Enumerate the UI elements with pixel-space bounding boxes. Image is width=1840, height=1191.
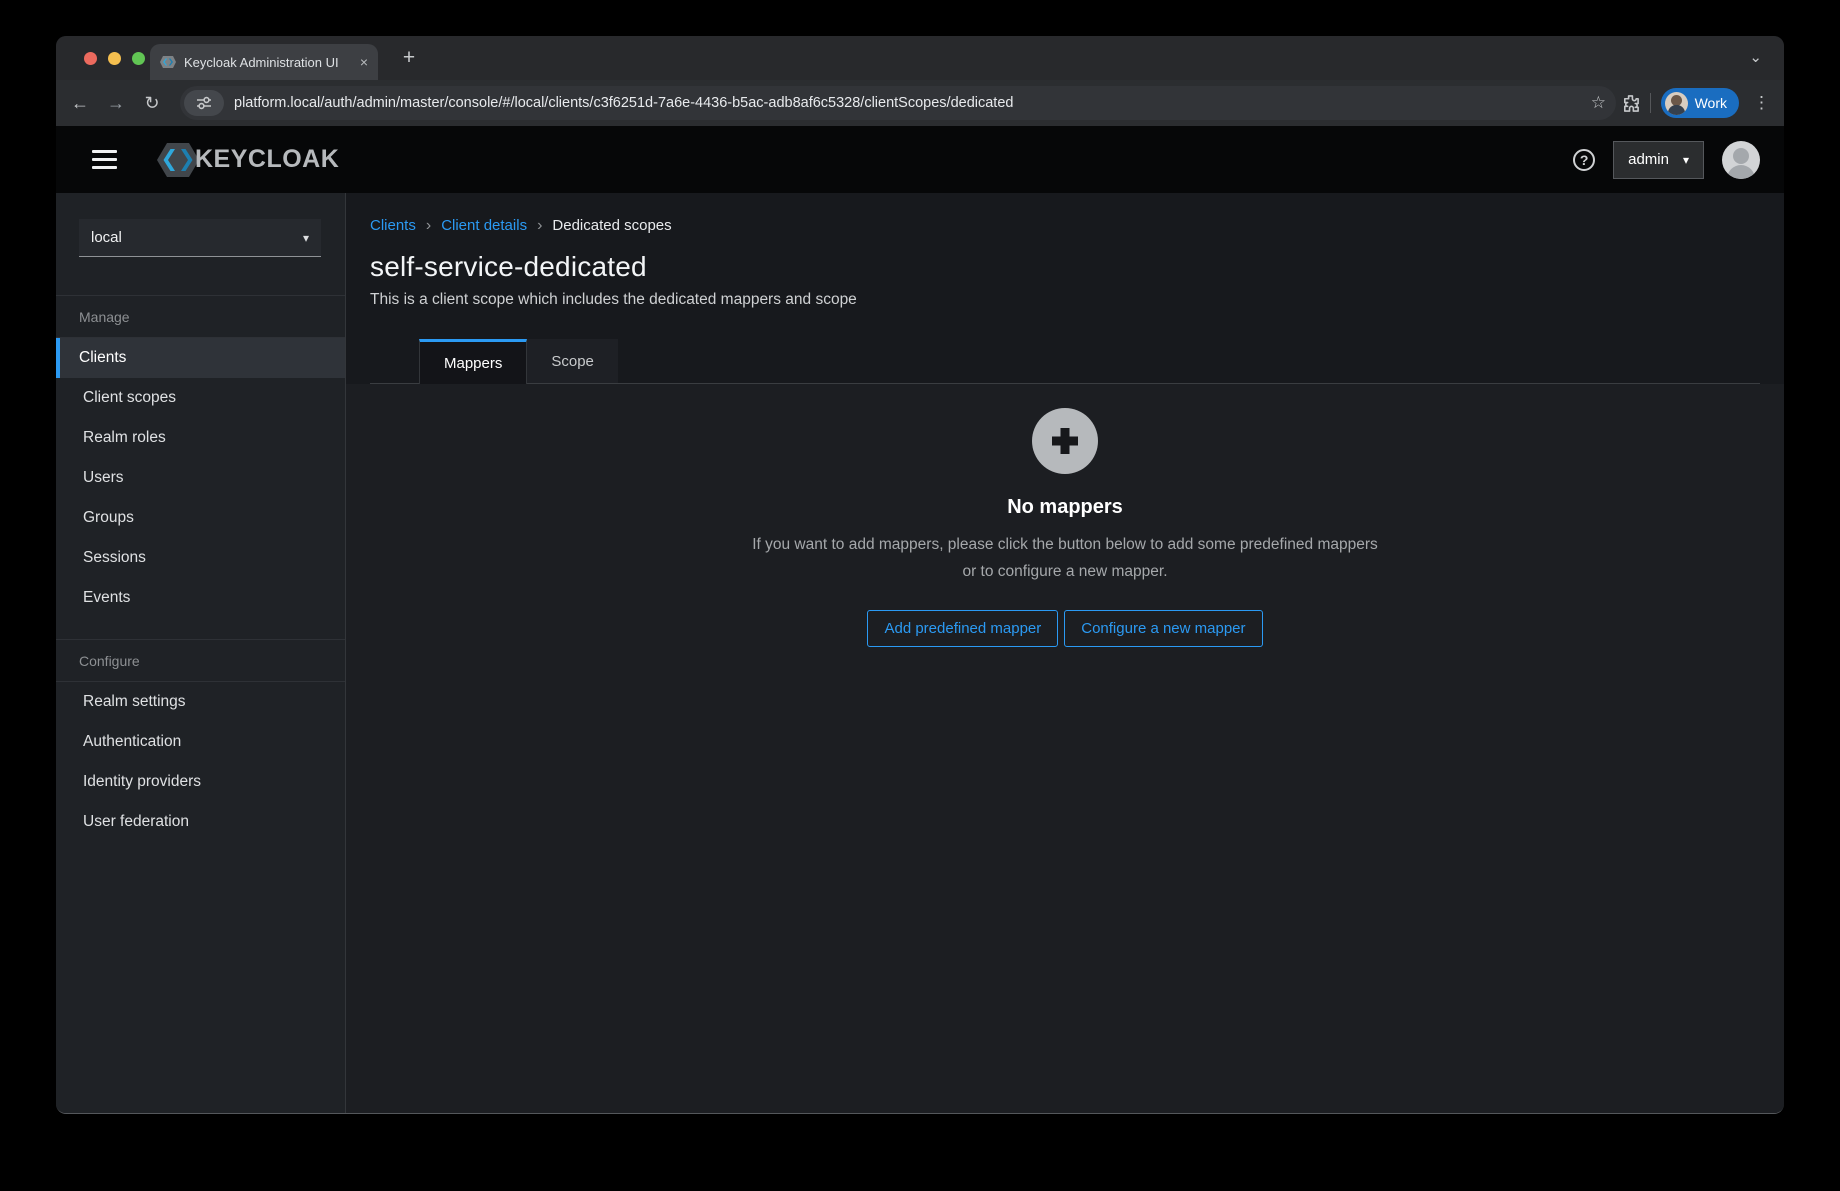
forward-icon[interactable]: → <box>98 93 134 114</box>
keycloak-masthead: KEYCLOAK ? admin ▾ <box>56 126 1784 193</box>
sidebar: local ▾ Manage Clients Client scopes Rea… <box>56 193 346 1113</box>
add-predefined-mapper-button[interactable]: Add predefined mapper <box>867 610 1058 647</box>
reload-icon[interactable]: ↻ <box>134 93 170 114</box>
browser-tabstrip: Keycloak Administration UI × + ⌄ <box>56 36 1784 80</box>
minimize-window-button[interactable] <box>108 52 121 65</box>
user-dropdown[interactable]: admin ▾ <box>1613 141 1704 179</box>
tab-search-icon[interactable]: ⌄ <box>1749 48 1762 66</box>
content-area: Clients › Client details › Dedicated sco… <box>346 193 1784 1113</box>
username: admin <box>1628 151 1669 168</box>
breadcrumb-clients-link[interactable]: Clients <box>370 217 416 234</box>
new-tab-button[interactable]: + <box>394 46 424 70</box>
extensions-puzzle-icon[interactable] <box>1621 94 1640 113</box>
sidebar-item-identity-providers[interactable]: Identity providers <box>56 762 345 802</box>
breadcrumb-current: Dedicated scopes <box>552 217 671 234</box>
nav-toggle-hamburger-icon[interactable] <box>92 150 117 169</box>
sidebar-item-events[interactable]: Events <box>56 578 345 618</box>
chevron-right-icon: › <box>537 218 542 234</box>
breadcrumb: Clients › Client details › Dedicated sco… <box>370 217 1760 234</box>
sidebar-item-groups[interactable]: Groups <box>56 498 345 538</box>
chevron-down-icon: ▾ <box>1683 153 1689 167</box>
plus-circle-icon <box>1032 408 1098 474</box>
sidebar-item-realm-settings[interactable]: Realm settings <box>56 682 345 722</box>
tab-bar: Mappers Scope <box>370 339 1760 384</box>
sidebar-item-users[interactable]: Users <box>56 458 345 498</box>
browser-tab[interactable]: Keycloak Administration UI × <box>150 44 378 80</box>
profile-avatar <box>1665 92 1688 115</box>
empty-state: No mappers If you want to add mappers, p… <box>745 408 1385 1113</box>
url-text[interactable]: platform.local/auth/admin/master/console… <box>234 95 1583 111</box>
sidebar-item-clients[interactable]: Clients <box>56 338 345 378</box>
section-label-manage: Manage <box>56 296 345 337</box>
sidebar-item-client-scopes[interactable]: Client scopes <box>56 378 345 418</box>
browser-tab-title: Keycloak Administration UI <box>184 55 352 70</box>
tab-scope[interactable]: Scope <box>527 339 618 383</box>
window-controls[interactable] <box>84 52 145 65</box>
address-bar[interactable]: platform.local/auth/admin/master/console… <box>180 86 1616 120</box>
user-avatar[interactable] <box>1722 141 1760 179</box>
browser-menu-icon[interactable]: ⋮ <box>1749 93 1774 113</box>
empty-state-actions: Add predefined mapper Configure a new ma… <box>867 610 1262 647</box>
bookmark-star-icon[interactable]: ☆ <box>1591 93 1606 113</box>
browser-window: Keycloak Administration UI × + ⌄ ← → ↻ p… <box>56 36 1784 1114</box>
page-header: Clients › Client details › Dedicated sco… <box>346 193 1784 384</box>
brand-text: KEYCLOAK <box>195 145 339 174</box>
browser-profile-button[interactable]: Work <box>1661 88 1739 118</box>
sidebar-item-user-federation[interactable]: User federation <box>56 802 345 842</box>
chevron-down-icon: ▾ <box>303 231 309 245</box>
site-info-icon[interactable] <box>184 90 224 116</box>
section-label-configure: Configure <box>56 640 345 681</box>
close-window-button[interactable] <box>84 52 97 65</box>
close-tab-icon[interactable]: × <box>360 54 368 70</box>
back-icon[interactable]: ← <box>62 93 98 114</box>
empty-state-heading: No mappers <box>1007 496 1123 519</box>
tab-panel-mappers: No mappers If you want to add mappers, p… <box>346 384 1784 1113</box>
browser-toolbar: ← → ↻ platform.local/auth/admin/master/c… <box>56 80 1784 126</box>
sidebar-item-sessions[interactable]: Sessions <box>56 538 345 578</box>
page-subtitle: This is a client scope which includes th… <box>370 291 1760 309</box>
page-title: self-service-dedicated <box>370 251 1760 283</box>
keycloak-logo[interactable]: KEYCLOAK <box>155 137 339 183</box>
empty-state-description: If you want to add mappers, please click… <box>745 531 1385 585</box>
sidebar-item-realm-roles[interactable]: Realm roles <box>56 418 345 458</box>
realm-name: local <box>91 229 303 246</box>
toolbar-separator <box>1650 93 1651 113</box>
help-icon[interactable]: ? <box>1573 149 1595 171</box>
profile-label: Work <box>1695 95 1727 111</box>
zoom-window-button[interactable] <box>132 52 145 65</box>
keycloak-favicon <box>160 54 176 70</box>
chevron-right-icon: › <box>426 218 431 234</box>
realm-selector[interactable]: local ▾ <box>79 219 321 257</box>
tab-mappers[interactable]: Mappers <box>419 339 527 384</box>
breadcrumb-client-details-link[interactable]: Client details <box>441 217 527 234</box>
configure-new-mapper-button[interactable]: Configure a new mapper <box>1064 610 1262 647</box>
sidebar-item-authentication[interactable]: Authentication <box>56 722 345 762</box>
